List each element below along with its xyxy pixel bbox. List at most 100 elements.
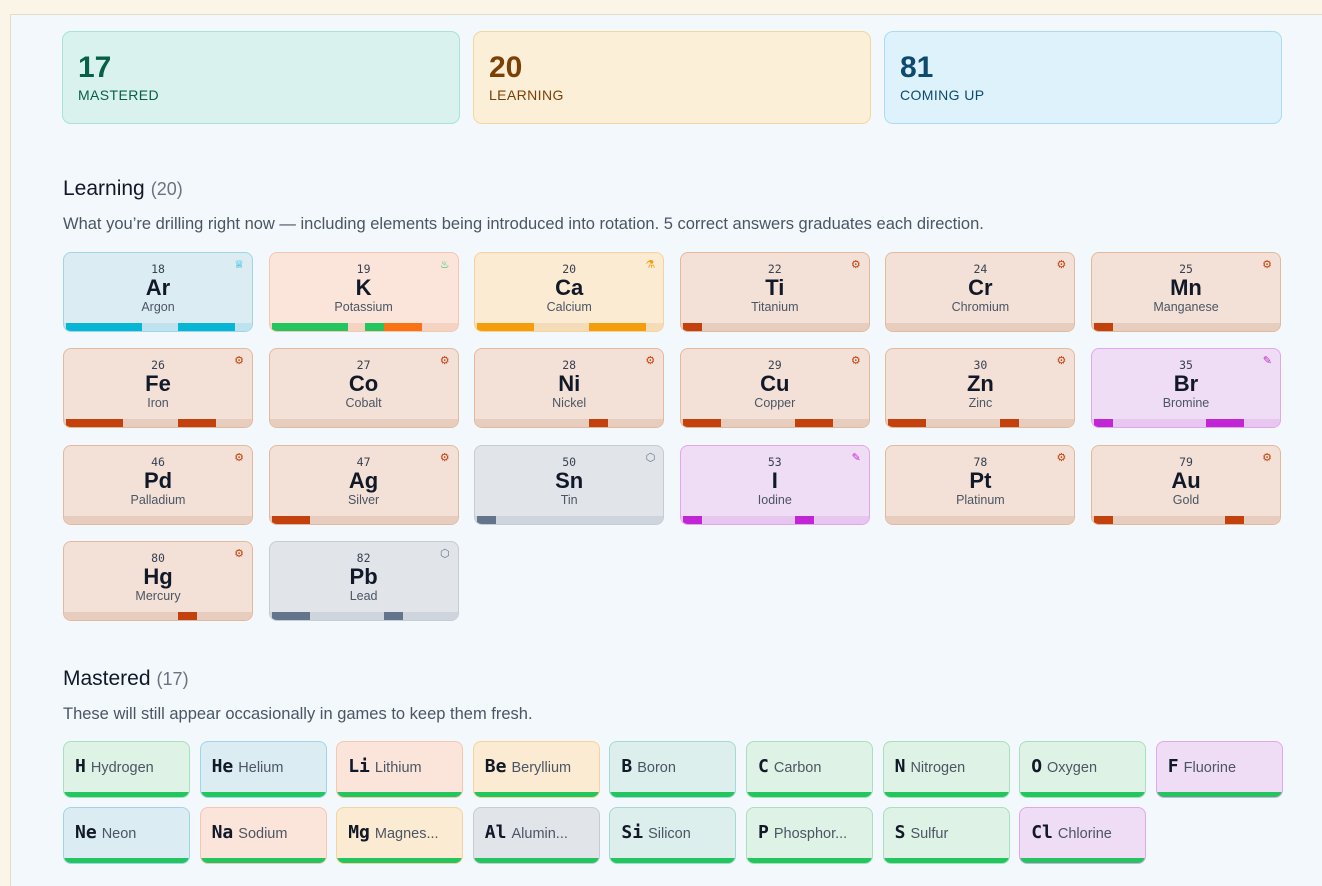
element-name: Neon — [101, 826, 137, 842]
element-name: Helium — [238, 760, 284, 776]
element-tile-ar[interactable]: ♕ 18 Ar Argon — [63, 252, 253, 332]
element-tile-ca[interactable]: ⚗ 20 Ca Calcium — [474, 252, 665, 332]
progress-segment — [66, 323, 85, 331]
element-name: Bromine — [1162, 396, 1210, 411]
atomic-number: 78 — [973, 454, 988, 469]
element-tile-co[interactable]: ⚙ 27 Co Cobalt — [268, 348, 459, 429]
mastered-chip-s[interactable]: S Sulfur — [882, 807, 1010, 864]
progress-segment — [682, 515, 702, 524]
element-name: Iron — [147, 396, 169, 411]
element-tile-zn[interactable]: ⚙ 30 Zn Zinc — [885, 348, 1076, 429]
progress-bar — [64, 611, 252, 620]
element-name: Tin — [560, 492, 578, 507]
mastered-chip-be[interactable]: Be Beryllium — [472, 741, 600, 798]
element-name: Alumin... — [511, 826, 568, 842]
gear-icon: ⚙ — [1262, 259, 1272, 271]
learning-title: Learning — [63, 177, 145, 200]
element-tile-pb[interactable]: ⬡ 82 Pb Lead — [268, 540, 459, 621]
progress-segment — [364, 323, 384, 331]
element-symbol: H — [75, 756, 86, 777]
progress-bar — [1092, 515, 1280, 524]
progress-bar — [886, 515, 1075, 524]
mastered-chip-p[interactable]: P Phosphor... — [746, 807, 873, 864]
element-tile-hg[interactable]: ⚙ 80 Hg Mercury — [63, 540, 253, 621]
element-tile-k[interactable]: ♨ 19 K Potassium — [268, 252, 459, 332]
stat-value: 17 — [78, 51, 112, 84]
element-tile-ni[interactable]: ⚙ 28 Ni Nickel — [474, 348, 665, 429]
element-name: Magnes... — [374, 826, 439, 842]
mastered-chip-b[interactable]: B Boron — [609, 741, 737, 798]
element-tile-pd[interactable]: ⚙ 46 Pd Palladium — [63, 444, 253, 525]
element-tile-ag[interactable]: ⚙ 47 Ag Silver — [268, 444, 459, 525]
element-symbol: Be — [484, 756, 507, 777]
element-tile-pt[interactable]: ⚙ 78 Pt Platinum — [885, 444, 1076, 525]
progress-segment — [515, 323, 535, 331]
atomic-number: 24 — [973, 262, 988, 276]
progress-segment — [328, 323, 348, 331]
element-name: Titanium — [751, 300, 799, 314]
element-symbol: S — [894, 822, 906, 843]
mastered-chip-c[interactable]: C Carbon — [746, 741, 873, 798]
mastered-strip — [337, 858, 463, 863]
mastered-chip-na[interactable]: Na Sodium — [199, 807, 327, 864]
mastered-chip-li[interactable]: Li Lithium — [336, 741, 464, 798]
element-tile-mn[interactable]: ⚙ 25 Mn Manganese — [1091, 252, 1281, 332]
progress-segment — [1094, 419, 1113, 428]
mastered-chip-h[interactable]: H Hydrogen — [63, 741, 190, 798]
element-name: Copper — [754, 396, 796, 411]
stat-value: 81 — [900, 51, 934, 84]
element-symbol: Si — [621, 822, 644, 843]
progress-segment — [701, 419, 721, 428]
atomic-number: 29 — [767, 358, 782, 373]
element-tile-ti[interactable]: ⚙ 22 Ti Titanium — [679, 252, 870, 332]
progress-segment — [271, 515, 291, 524]
mastered-chip-f[interactable]: F Fluorine — [1155, 741, 1283, 798]
progress-segment — [85, 323, 104, 331]
mastered-strip — [64, 858, 189, 863]
element-tile-i[interactable]: ✎ 53 I Iodine — [679, 444, 870, 525]
progress-bar — [680, 515, 869, 524]
element-symbol: Pt — [969, 467, 992, 493]
atomic-number: 25 — [1179, 262, 1193, 276]
mastered-chip-si[interactable]: Si Silicon — [609, 807, 737, 864]
progress-bar — [475, 515, 664, 524]
progress-segment — [589, 323, 609, 331]
element-name: Hydrogen — [90, 760, 154, 776]
mastered-chip-al[interactable]: Al Alumin... — [472, 807, 600, 864]
element-name: Argon — [141, 300, 175, 314]
atomic-number: 79 — [1179, 454, 1193, 469]
progress-segment — [383, 323, 403, 331]
element-tile-fe[interactable]: ⚙ 26 Fe Iron — [63, 348, 253, 429]
stat-card-mastered: 17 MASTERED — [62, 31, 460, 124]
element-symbol: B — [621, 756, 633, 777]
mastered-chip-cl[interactable]: Cl Chlorine — [1019, 807, 1147, 864]
mastered-chip-o[interactable]: O Oxygen — [1019, 741, 1147, 798]
element-symbol: K — [355, 275, 372, 300]
atomic-number: 46 — [151, 454, 165, 469]
mastered-strip — [883, 792, 1009, 797]
element-name: Carbon — [773, 760, 822, 776]
progress-bar — [1092, 419, 1280, 428]
element-name: Silicon — [648, 826, 691, 842]
element-symbol: Na — [211, 822, 234, 843]
atomic-number: 47 — [356, 454, 371, 469]
progress-segment — [477, 515, 497, 524]
element-name: Platinum — [956, 492, 1005, 507]
progress-bar — [269, 323, 458, 331]
mastered-section-title: Mastered (17) — [63, 667, 189, 691]
element-symbol: I — [771, 467, 778, 493]
element-tile-sn[interactable]: ⬡ 50 Sn Tin — [474, 444, 665, 525]
element-tile-cu[interactable]: ⚙ 29 Cu Copper — [679, 348, 870, 429]
gear-icon: ⚙ — [645, 355, 656, 368]
progress-bar — [269, 611, 458, 620]
element-tile-cr[interactable]: ⚙ 24 Cr Chromium — [885, 252, 1076, 332]
element-tile-br[interactable]: ✎ 35 Br Bromine — [1091, 348, 1281, 429]
mastered-chip-n[interactable]: N Nitrogen — [882, 741, 1010, 798]
mastered-chip-he[interactable]: He Helium — [199, 741, 327, 798]
element-tile-au[interactable]: ⚙ 79 Au Gold — [1091, 444, 1281, 525]
progress-segment — [627, 323, 647, 331]
gear-icon: ⚙ — [234, 547, 244, 560]
mastered-chip-mg[interactable]: Mg Magnes... — [336, 807, 464, 864]
mastered-chip-ne[interactable]: Ne Neon — [63, 807, 190, 864]
progress-segment — [85, 419, 104, 428]
